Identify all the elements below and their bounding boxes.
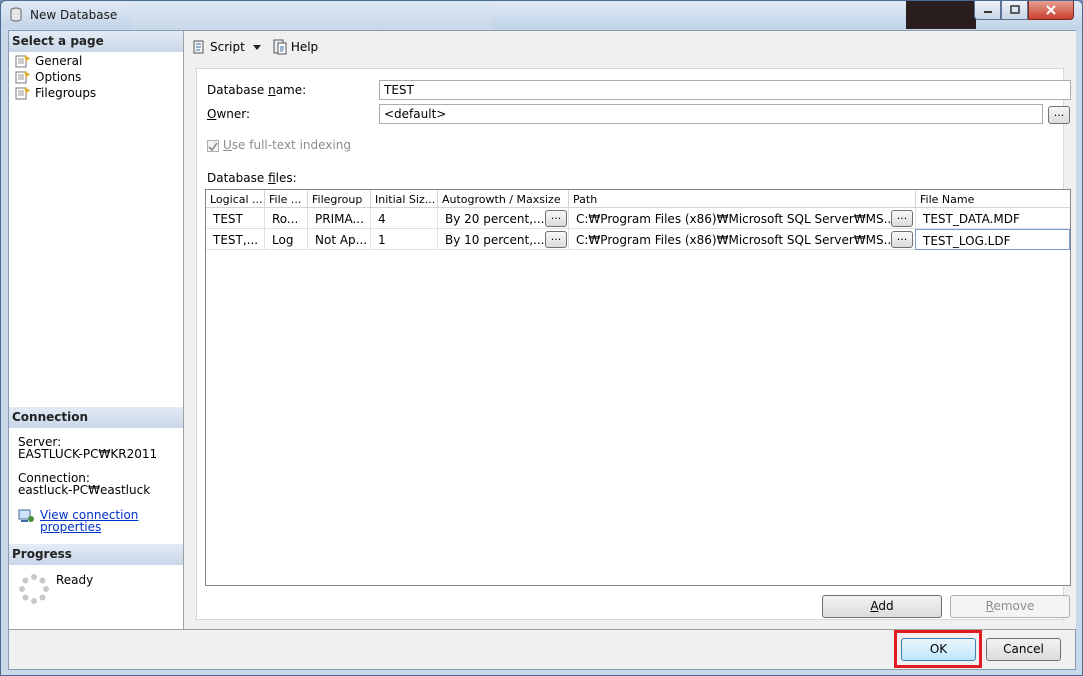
page-icon	[15, 87, 30, 100]
owner-label: Owner:	[207, 107, 251, 121]
general-page-form: Database name: TEST Owner: <default> ...…	[196, 68, 1071, 620]
cancel-button[interactable]: Cancel	[986, 638, 1061, 661]
dialog-client-area: Select a page General Options Filegroups…	[8, 30, 1076, 670]
database-icon	[10, 7, 22, 22]
page-item-label: Options	[35, 70, 82, 84]
cell-filegroup[interactable]: Not Ap...	[308, 229, 371, 250]
left-panel: Select a page General Options Filegroups…	[9, 31, 184, 629]
owner-input[interactable]: <default>	[379, 104, 1043, 124]
new-database-window: New Database Select a page General Optio…	[0, 0, 1083, 676]
ok-button[interactable]: OK	[901, 638, 976, 661]
cell-file-type[interactable]: Log	[265, 229, 308, 250]
page-item-general[interactable]: General	[15, 53, 82, 69]
connection-properties-icon	[18, 509, 34, 522]
server-value: EASTLUCK-PC₩KR2011	[18, 447, 158, 461]
close-icon	[1046, 5, 1056, 15]
help-icon	[273, 39, 287, 54]
dialog-button-bar: OK Cancel	[9, 629, 1075, 669]
cell-path[interactable]: C:₩Program Files (x86)₩Microsoft SQL Ser…	[569, 208, 916, 229]
remove-button[interactable]: Remove	[950, 595, 1070, 618]
owner-browse-button[interactable]: ...	[1048, 106, 1070, 124]
column-header-path[interactable]: Path	[569, 190, 916, 208]
view-connection-properties-link[interactable]: View connection properties	[40, 509, 138, 533]
page-icon	[15, 55, 30, 68]
script-button[interactable]: Script	[191, 39, 266, 55]
link-line-2: properties	[40, 520, 102, 534]
toolbar: Script Help	[185, 31, 1076, 62]
connection-header: Connection	[9, 407, 183, 428]
page-item-options[interactable]: Options	[15, 69, 81, 85]
chevron-down-icon	[252, 44, 261, 50]
file-name-edit-input[interactable]: TEST_LOG.LDF	[915, 229, 1070, 250]
cell-path[interactable]: C:₩Program Files (x86)₩Microsoft SQL Ser…	[569, 229, 916, 250]
cell-filegroup[interactable]: PRIMA...	[308, 208, 371, 229]
window-title: New Database	[30, 8, 118, 22]
window-controls	[974, 1, 1074, 21]
help-button[interactable]: Help	[272, 39, 318, 55]
close-button[interactable]	[1028, 1, 1074, 20]
background-window-strip	[131, 1, 491, 29]
select-page-header: Select a page	[9, 31, 183, 52]
page-item-label: Filegroups	[35, 86, 97, 100]
cell-initial-size[interactable]: 1	[371, 229, 438, 250]
fulltext-label: Use full-text indexing	[223, 138, 351, 152]
title-bar: New Database	[1, 1, 1082, 29]
background-window-strip-dark	[906, 1, 976, 29]
page-item-label: General	[35, 54, 83, 68]
page-icon	[15, 71, 30, 84]
column-header-file-type[interactable]: File ...	[265, 190, 308, 208]
database-name-input[interactable]: TEST	[379, 80, 1071, 100]
autogrowth-browse-button[interactable]: ...	[545, 231, 567, 248]
column-header-filegroup[interactable]: Filegroup	[308, 190, 371, 208]
minimize-button[interactable]	[974, 1, 1001, 20]
cell-logical-name[interactable]: TEST,...	[206, 229, 265, 250]
column-header-initial-size[interactable]: Initial Siz...	[371, 190, 438, 208]
path-browse-button[interactable]: ...	[891, 231, 913, 248]
database-name-label: Database name:	[207, 83, 307, 97]
cell-file-name[interactable]: TEST_DATA.MDF	[916, 208, 1070, 229]
minimize-icon	[983, 11, 992, 13]
help-label: Help	[290, 39, 319, 54]
fulltext-checkbox[interactable]	[207, 140, 219, 152]
progress-header: Progress	[9, 544, 183, 565]
column-header-file-name[interactable]: File Name	[916, 190, 1070, 208]
checkmark-icon	[208, 142, 218, 152]
database-files-label: Database files:	[207, 171, 297, 185]
maximize-icon	[1009, 5, 1020, 14]
column-header-autogrowth[interactable]: Autogrowth / Maxsize	[438, 190, 569, 208]
script-icon	[193, 40, 204, 53]
cell-initial-size[interactable]: 4	[371, 208, 438, 229]
add-button[interactable]: Add	[822, 595, 942, 618]
right-panel: Script Help Database name: TEST Owner: <…	[185, 31, 1076, 629]
cell-logical-name[interactable]: TEST	[206, 208, 265, 229]
progress-status: Ready	[56, 573, 94, 587]
maximize-button[interactable]	[1001, 1, 1028, 20]
column-header-logical-name[interactable]: Logical ...	[206, 190, 265, 208]
connection-value: eastluck-PC₩eastluck	[18, 483, 151, 497]
page-item-filegroups[interactable]: Filegroups	[15, 85, 96, 101]
database-files-grid[interactable]: Logical ... File ... Filegroup Initial S…	[205, 189, 1071, 586]
autogrowth-browse-button[interactable]: ...	[545, 210, 567, 227]
progress-spinner-icon	[19, 574, 49, 604]
cell-file-type[interactable]: Ro...	[265, 208, 308, 229]
path-browse-button[interactable]: ...	[891, 210, 913, 227]
script-label: Script	[210, 39, 245, 54]
